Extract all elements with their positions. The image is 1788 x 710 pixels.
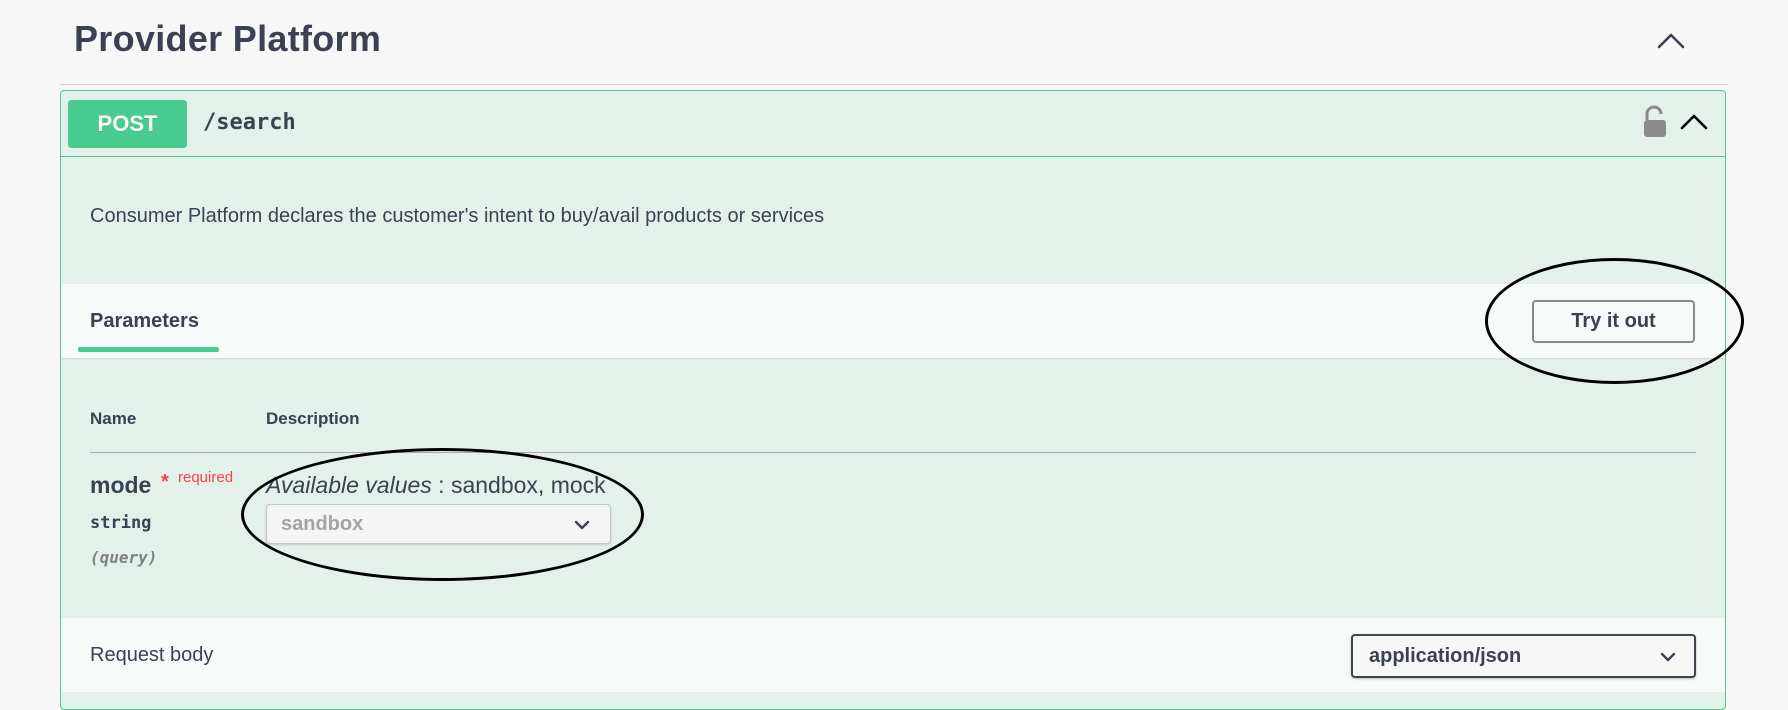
column-header-name: Name <box>90 409 137 428</box>
mode-select[interactable]: sandbox <box>266 504 611 544</box>
method-badge[interactable]: POST <box>68 100 187 148</box>
required-asterisk: * <box>161 471 169 493</box>
try-it-out-button[interactable]: Try it out <box>1532 300 1695 343</box>
content-type-select[interactable]: application/json <box>1351 634 1696 678</box>
chevron-down-icon <box>1660 652 1676 662</box>
request-body-label: Request body <box>90 644 214 666</box>
required-label: required <box>178 469 234 486</box>
available-values-list: : sandbox, mock <box>431 472 606 498</box>
section-header[interactable]: Provider Platform <box>60 0 1728 85</box>
operation-path[interactable]: /search <box>203 110 296 135</box>
section-title: Provider Platform <box>74 18 382 59</box>
available-values: Available values : sandbox, mock <box>266 472 606 499</box>
parameter-name: mode <box>90 472 152 498</box>
active-tab-indicator <box>78 347 219 352</box>
chevron-down-icon <box>574 520 590 530</box>
column-header-description: Description <box>266 409 360 428</box>
chevron-up-icon[interactable] <box>1677 105 1711 139</box>
content-type-value: application/json <box>1369 645 1522 667</box>
parameters-header-bar: Parameters Try it out <box>61 284 1725 358</box>
operation-summary[interactable]: POST /search <box>61 91 1725 157</box>
table-header-divider <box>90 452 1696 453</box>
operation-description: Consumer Platform declares the customer'… <box>90 205 825 227</box>
request-body-bar: Request body application/json <box>61 618 1725 692</box>
chevron-up-icon[interactable] <box>1654 24 1688 58</box>
mode-select-value: sandbox <box>281 513 364 535</box>
parameter-type: string <box>90 513 152 533</box>
operation-block-post-search: POST /search Consumer Platform declares … <box>60 90 1726 710</box>
tab-parameters[interactable]: Parameters <box>90 310 199 333</box>
parameter-location: (query) <box>90 548 158 567</box>
available-values-label: Available values <box>266 472 432 498</box>
lock-icon[interactable] <box>1641 105 1669 139</box>
